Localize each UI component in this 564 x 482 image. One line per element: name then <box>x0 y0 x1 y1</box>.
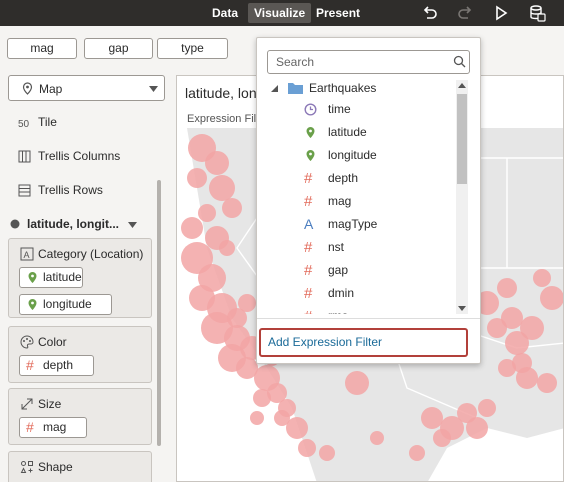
number-hash-icon: # <box>26 357 34 373</box>
number-hash-icon: # <box>304 262 313 279</box>
category-icon: A <box>20 247 34 261</box>
color-section-title: Color <box>38 335 67 349</box>
field-latitude-label: latitude <box>328 125 367 139</box>
resize-icon <box>21 398 33 410</box>
canvas-subtitle: Expression Filt <box>187 113 260 125</box>
viz-type-label: Map <box>39 82 63 96</box>
field-nst[interactable]: # nst <box>304 237 444 257</box>
filter-pill-mag[interactable]: mag <box>7 38 77 59</box>
search-icon <box>453 55 466 68</box>
field-nst-label: nst <box>328 240 345 254</box>
color-section: Color # depth <box>8 326 152 383</box>
redo-icon[interactable] <box>456 4 474 22</box>
clock-icon <box>304 103 317 116</box>
size-section: Size # mag <box>8 388 152 445</box>
svg-text:A: A <box>24 250 30 260</box>
size-section-title: Size <box>38 397 62 411</box>
folder-icon <box>288 83 303 94</box>
geo-pin-icon <box>306 127 315 138</box>
popup-divider <box>257 318 480 319</box>
chip-mag-label: mag <box>43 420 67 434</box>
canvas-title: latitude, long <box>185 85 265 101</box>
filter-pill-gap[interactable]: gap <box>84 38 153 59</box>
tree-folder-earthquakes[interactable]: Earthquakes <box>271 78 451 98</box>
chevron-down-icon <box>128 222 137 228</box>
number-hash-icon: # <box>304 239 313 256</box>
shape-icon <box>20 461 33 473</box>
tab-visualize[interactable]: Visualize <box>248 3 312 23</box>
field-dmin[interactable]: # dmin <box>304 283 444 303</box>
chip-latitude[interactable]: latitude <box>19 267 83 288</box>
geo-pin-icon <box>28 299 37 310</box>
geo-pin-icon <box>306 150 315 161</box>
chip-longitude-label: longitude <box>43 297 92 311</box>
play-icon[interactable] <box>492 4 510 22</box>
number-hash-icon: # <box>304 309 317 314</box>
dataset-icon[interactable] <box>528 4 546 22</box>
popup-scroll-thumb[interactable] <box>457 94 467 184</box>
field-depth-label: depth <box>328 171 359 185</box>
map-pin-icon <box>22 82 33 95</box>
menu-trellis-rows-label: Trellis Rows <box>38 183 103 197</box>
field-magtype[interactable]: A magType <box>304 214 444 234</box>
field-latitude[interactable]: latitude <box>304 122 444 142</box>
panel-scrollbar[interactable] <box>157 180 161 446</box>
top-toolbar: Data Visualize Present <box>0 0 564 26</box>
field-dmin-label: dmin <box>328 286 355 300</box>
field-magtype-label: magType <box>328 217 378 231</box>
folder-label: Earthquakes <box>309 81 377 95</box>
tile-icon: 50 <box>18 119 30 129</box>
number-hash-icon: # <box>304 170 313 187</box>
field-rms[interactable]: # rms <box>304 306 444 314</box>
field-mag-label: mag <box>328 194 352 208</box>
field-gap-label: gap <box>328 263 349 277</box>
scroll-up-icon[interactable] <box>458 83 466 88</box>
number-hash-icon: # <box>304 285 313 302</box>
field-gap[interactable]: # gap <box>304 260 444 280</box>
chip-latitude-label: latitude <box>43 270 82 284</box>
filter-pill-type[interactable]: type <box>157 38 228 59</box>
menu-trellis-columns-label: Trellis Columns <box>38 149 121 163</box>
field-mag[interactable]: # mag <box>304 191 444 211</box>
column-picker-popup: Earthquakes time latitude longitude # de… <box>256 37 481 364</box>
layer-dot-icon <box>10 219 20 229</box>
geo-pin-icon <box>28 272 37 283</box>
tab-present[interactable]: Present <box>310 3 366 23</box>
field-time-label: time <box>328 102 351 116</box>
category-section-title: Category (Location) <box>38 247 144 261</box>
svg-text:50: 50 <box>18 119 30 129</box>
trellis-rows-icon <box>18 184 31 197</box>
layer-label: latitude, longit... <box>27 217 119 231</box>
shape-section: Shape <box>8 451 152 482</box>
chip-longitude[interactable]: longitude <box>19 294 112 315</box>
grammar-panel: Map 50 Tile Trellis Columns Trellis Rows… <box>0 70 168 482</box>
scroll-down-icon[interactable] <box>458 306 466 311</box>
field-time[interactable]: time <box>304 99 444 119</box>
popup-scrollbar[interactable] <box>456 80 468 314</box>
shape-section-title: Shape <box>38 460 73 474</box>
menu-tile-label: Tile <box>38 115 57 129</box>
chip-depth[interactable]: # depth <box>19 355 94 376</box>
add-expression-filter-button[interactable]: Add Expression Filter <box>259 328 468 357</box>
field-longitude-label: longitude <box>328 148 377 162</box>
number-hash-icon: # <box>304 193 313 210</box>
category-section: A Category (Location) latitude longitude <box>8 238 152 318</box>
trellis-columns-icon <box>18 150 31 163</box>
field-depth[interactable]: # depth <box>304 168 444 188</box>
collapse-triangle-icon <box>271 85 278 92</box>
chip-mag[interactable]: # mag <box>19 417 87 438</box>
search-input[interactable] <box>267 50 470 74</box>
viz-type-select[interactable]: Map <box>8 75 165 101</box>
number-hash-icon: # <box>26 419 34 435</box>
undo-icon[interactable] <box>421 4 439 22</box>
text-type-icon: A <box>304 216 314 232</box>
tab-data[interactable]: Data <box>206 3 244 23</box>
chevron-down-icon <box>149 86 158 92</box>
chip-depth-label: depth <box>43 358 74 372</box>
palette-icon <box>20 335 34 349</box>
field-longitude[interactable]: longitude <box>304 145 444 165</box>
field-rms-label: rms <box>328 306 348 314</box>
